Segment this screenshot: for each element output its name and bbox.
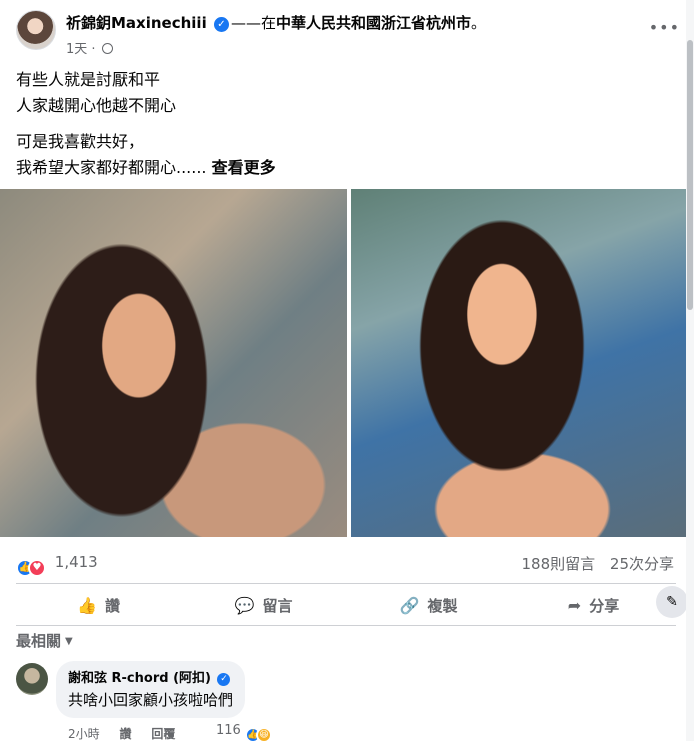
link-icon: 🔗 [399,595,420,615]
more-options-button[interactable]: ••• [649,18,680,37]
chevron-down-icon: ▼ [65,636,73,647]
post-header: 祈錦鈅Maxinechiii ✓ ——在中華人民共和國浙江省杭州市。 1天 · •… [16,10,686,62]
post-time[interactable]: 1天 [66,42,87,57]
share-label: 分享 [589,596,620,615]
post-text-line: 有些人就是討厭和平 [16,70,161,89]
post-text-line: 人家越開心他越不開心 [16,96,177,115]
speech-bubble-icon: 💬 [234,595,255,615]
action-bar: 👍 讚 💬 留言 🔗 複製 ➦ 分享 [16,588,676,622]
like-button[interactable]: 👍 讚 [16,588,181,622]
location-link[interactable]: 中華人民共和國浙江省杭州市 [276,14,471,32]
comment-button[interactable]: 💬 留言 [181,588,346,622]
meta-separator: · [91,42,96,57]
scrollbar-thumb[interactable] [687,40,693,310]
comment-author[interactable]: 謝和弦 R-chord (阿扣) [68,671,211,686]
share-arrow-icon: ➦ [567,595,582,615]
sort-label: 最相關 [16,632,62,650]
commenter-avatar[interactable] [16,663,48,695]
magic-edit-button[interactable]: ✎ [656,586,688,618]
divider [16,583,676,584]
post-text-line: 我希望大家都好都開心...... [16,158,207,177]
comment-sort-dropdown[interactable]: 最相關 ▼ [16,630,73,651]
location-suffix: 。 [470,14,486,32]
comment-reaction-count: 116 [216,723,241,738]
like-label: 讚 [104,596,120,615]
copy-button[interactable]: 🔗 複製 [346,588,511,622]
comment-reply-button[interactable]: 回覆 [151,727,175,741]
post-text-line: 可是我喜歡共好， [16,132,145,151]
post-meta: 1天 · [66,38,113,57]
post-photo-right[interactable] [351,189,694,537]
heart-icon: ♥ [28,559,46,577]
comment-label: 留言 [262,596,293,615]
comment-text: 共啥小回家顧小孩啦哈們 [68,691,234,709]
laughing-face-icon: 😆 [255,727,272,741]
share-button[interactable]: ➦ 分享 [511,588,676,622]
author-line: 祈錦鈅Maxinechiii ✓ ——在中華人民共和國浙江省杭州市。 [66,12,486,33]
author-name[interactable]: 祈錦鈅Maxinechiii [66,14,207,32]
see-more-link[interactable]: 查看更多 [212,158,276,177]
post-photo-left[interactable] [0,189,347,537]
comment-meta: 2小時 讚 回覆 [68,725,191,741]
reaction-count[interactable]: 1,413 [55,553,98,571]
engagement-stats: 👍♥ 1,413 188則留言 25次分享 [16,553,684,577]
copy-label: 複製 [427,596,458,615]
location-prefix: ——在 [230,14,276,32]
thumbs-up-icon: 👍 [77,595,97,615]
scrollbar[interactable] [686,0,694,741]
post-text: 有些人就是討厭和平 人家越開心他越不開心 可是我喜歡共好， 我希望大家都好都開心… [16,67,276,191]
shares-count[interactable]: 25次分享 [610,555,674,573]
author-avatar[interactable] [16,10,56,50]
comments-count[interactable]: 188則留言 [521,555,595,573]
globe-icon [101,43,113,54]
comment-like-button[interactable]: 讚 [119,727,131,741]
comment-author-line: 謝和弦 R-chord (阿扣) ✓ [68,667,233,686]
comment-reactions[interactable]: 116 👍😆 [216,723,272,741]
verified-badge-icon: ✓ [213,17,229,32]
comment-bubble: 謝和弦 R-chord (阿扣) ✓ 共啥小回家顧小孩啦哈們 [56,661,246,718]
verified-badge-icon: ✓ [217,673,231,686]
divider [16,625,676,626]
comment-time[interactable]: 2小時 [68,727,100,741]
